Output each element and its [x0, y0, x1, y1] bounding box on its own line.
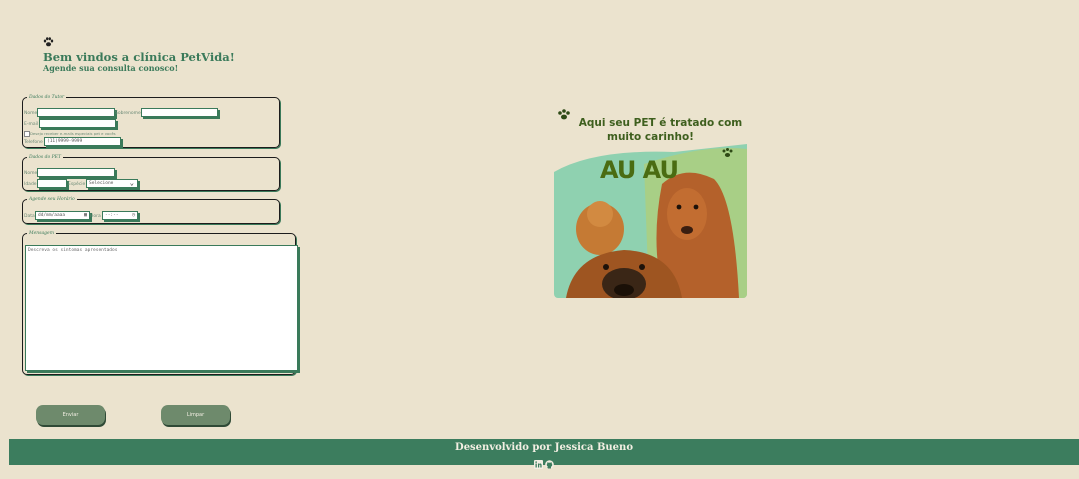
tutor-name-input[interactable] [37, 108, 115, 117]
tutor-surname-input[interactable] [141, 108, 218, 117]
clear-button[interactable]: Limpar [161, 405, 230, 425]
send-button[interactable]: Enviar [36, 405, 105, 425]
time-label: Hora [90, 214, 101, 219]
page-header: Bem vindos a clínica PetVida! Agende sua… [43, 37, 235, 73]
consent-label: Desejo receber e-mails especiais pet e v… [30, 131, 116, 136]
schedule-legend: Agende seu Horário [29, 197, 75, 202]
time-input[interactable]: --:-- ◷ [102, 211, 138, 220]
footer: Desenvolvido por Jessica Bueno [9, 439, 1079, 469]
tutor-email-input[interactable] [39, 119, 116, 128]
date-input[interactable]: dd/mm/aaaa ▦ [35, 211, 90, 220]
message-legend: Mensagem [29, 231, 54, 236]
github-icon[interactable] [545, 454, 554, 473]
promo-big-text: AU AU [600, 156, 679, 184]
tutor-phone-input[interactable]: (11)9999-9999 [44, 137, 121, 146]
pet-legend: Dados do PET [29, 155, 61, 160]
pet-species-value: Selecione [89, 181, 114, 186]
chevron-down-icon: ⌄ [129, 179, 134, 187]
pet-name-input[interactable] [37, 168, 115, 177]
tutor-legend: Dados do Tutor [29, 95, 65, 100]
time-value: --:-- [105, 213, 119, 218]
pet-age-input[interactable] [37, 179, 67, 188]
tutor-surname-label: Sobrenome [115, 111, 141, 116]
tutor-phone-label: Telefone [24, 140, 43, 145]
linkedin-icon[interactable] [534, 454, 543, 473]
promo-text: Aqui seu PET é tratado com muito carinho… [554, 116, 747, 144]
pet-age-label: Idade [24, 182, 37, 187]
calendar-icon: ▦ [83, 212, 87, 218]
date-label: Data [24, 214, 35, 219]
footer-text: Desenvolvido por Jessica Bueno [455, 442, 633, 453]
tutor-email-label: E-mail [24, 122, 39, 127]
clock-icon: ◷ [131, 212, 135, 218]
message-textarea[interactable]: Descreva os sintomas apresentados [25, 245, 298, 371]
promo-line1: Aqui seu PET é tratado com [578, 117, 743, 129]
paw-icon [43, 37, 235, 50]
pet-species-label: Espécie [68, 182, 86, 187]
promo-image: Aqui seu PET é tratado com muito carinho… [554, 104, 747, 298]
pet-species-select[interactable]: Selecione ⌄ [86, 179, 138, 188]
page-subtitle: Agende sua consulta conosco! [43, 63, 179, 73]
pet-name-label: Nome [24, 171, 38, 176]
promo-line2: muito carinho! [607, 131, 694, 143]
tutor-name-label: Nome [24, 111, 38, 116]
date-value: dd/mm/aaaa [38, 213, 66, 218]
